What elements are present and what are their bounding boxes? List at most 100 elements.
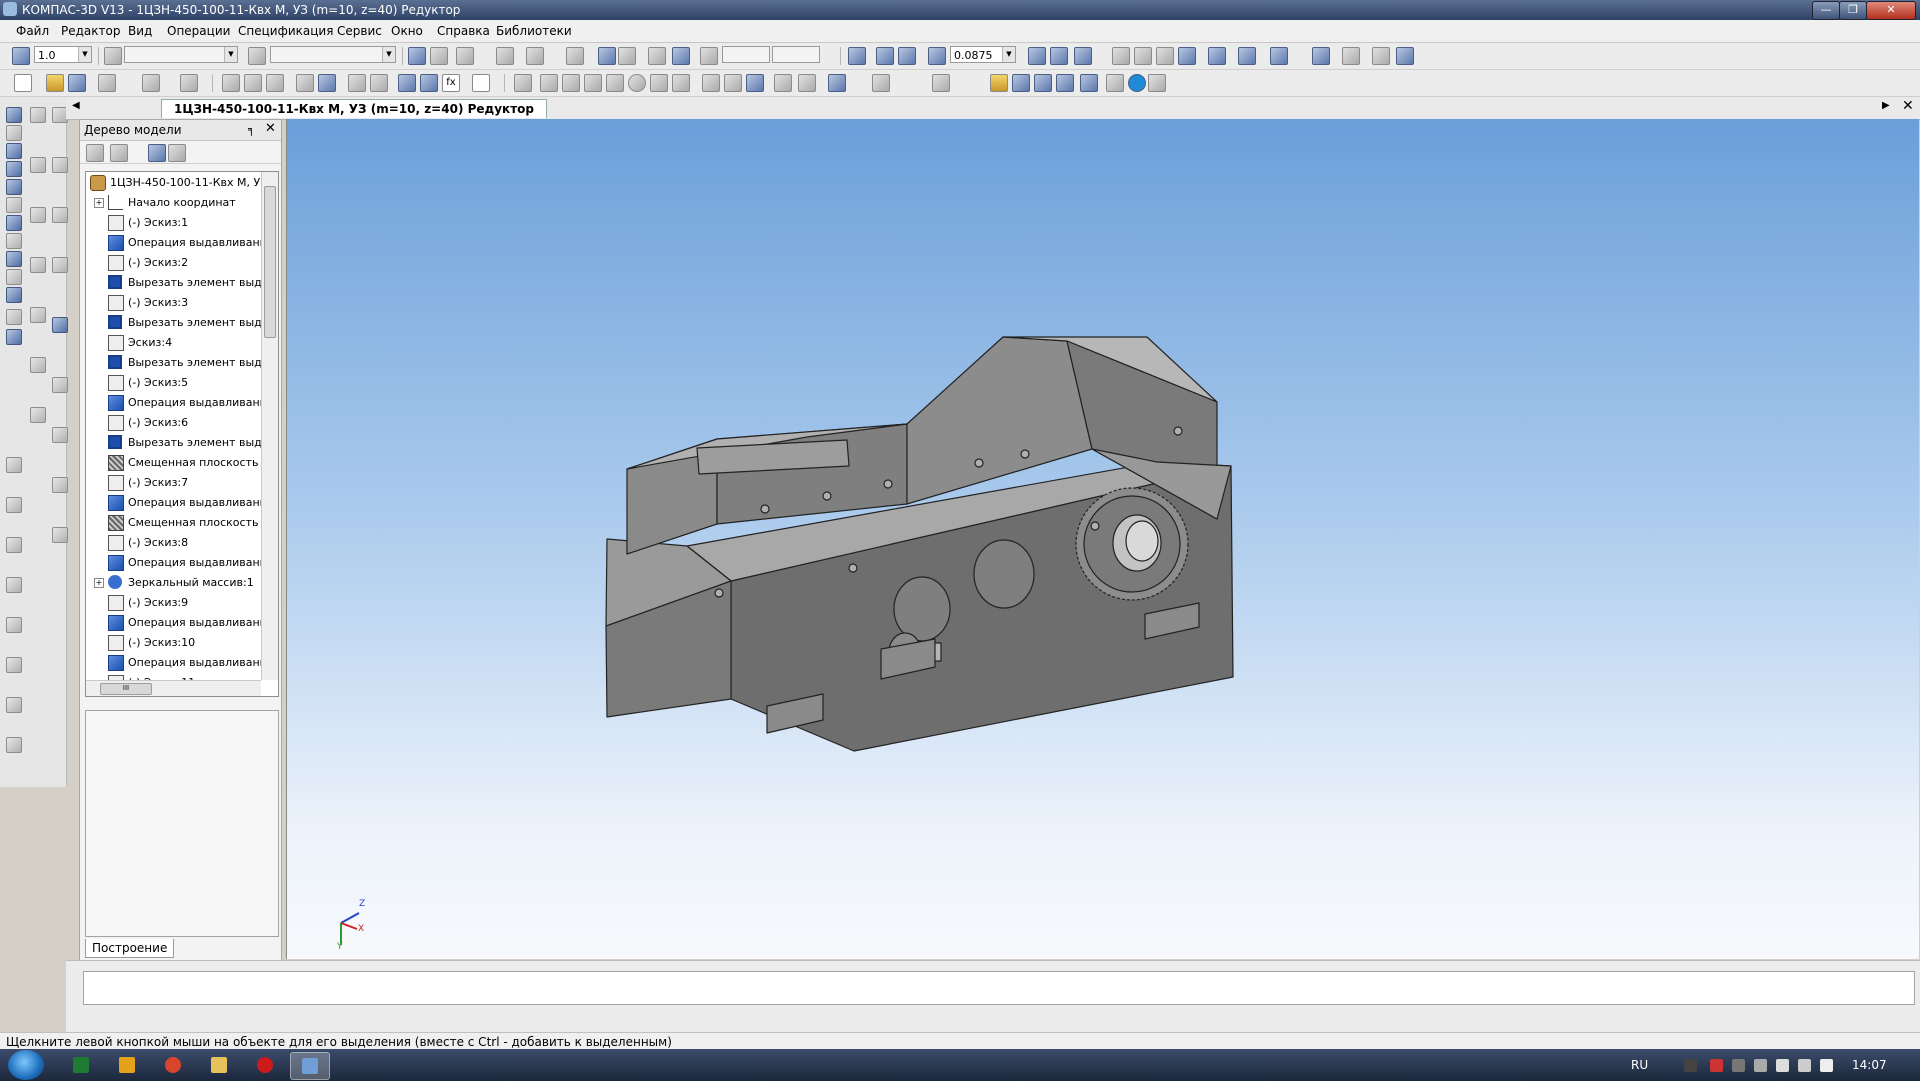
hidden-lines-icon[interactable] — [1134, 47, 1152, 65]
folder-icon[interactable] — [990, 74, 1008, 92]
layer-props-icon[interactable] — [248, 47, 266, 65]
point-icon[interactable] — [798, 74, 816, 92]
tree-item[interactable]: Операция выдавливания — [86, 653, 262, 673]
clock[interactable]: 14:07 — [1852, 1058, 1887, 1072]
minimize-button[interactable]: — — [1812, 1, 1840, 20]
action-center-icon[interactable] — [1776, 1059, 1789, 1072]
polyline-icon[interactable] — [30, 257, 46, 273]
properties-panel[interactable] — [83, 971, 1915, 1005]
tree-item[interactable]: + Зеркальный массив:1 — [86, 573, 262, 593]
start-button[interactable] — [8, 1050, 44, 1080]
chart-icon[interactable] — [774, 74, 792, 92]
taskbar-excel[interactable] — [62, 1052, 100, 1078]
tree-item[interactable]: (-) Эскиз:10 — [86, 633, 262, 653]
filter-icon[interactable] — [1270, 47, 1288, 65]
ellipse-icon[interactable] — [30, 207, 46, 223]
tree-item[interactable]: (-) Эскиз:5 — [86, 373, 262, 393]
close-window-button[interactable]: ✕ — [1866, 1, 1916, 20]
rectangle-icon[interactable] — [650, 74, 668, 92]
calculator-icon[interactable] — [318, 74, 336, 92]
symbol-tools-icon[interactable] — [6, 197, 22, 213]
ortho-icon[interactable] — [618, 47, 636, 65]
tree-item[interactable]: Операция выдавливания — [86, 613, 262, 633]
rebuild-icon[interactable] — [1342, 47, 1360, 65]
taskbar-explorer[interactable] — [200, 1052, 238, 1078]
tree-item[interactable]: (-) Эскиз:6 — [86, 413, 262, 433]
dim-diameter-icon[interactable] — [584, 74, 602, 92]
zoom-fit-icon[interactable] — [928, 47, 946, 65]
dim-radius-icon[interactable] — [562, 74, 580, 92]
display-settings-icon[interactable] — [1312, 47, 1330, 65]
model-tools-icon[interactable] — [6, 107, 22, 123]
tree-item[interactable]: Вырезать элемент выдавливания — [86, 353, 262, 373]
tab-close-icon[interactable]: ✕ — [1902, 98, 1914, 114]
properties-icon[interactable] — [1372, 47, 1390, 65]
chamfer-icon[interactable] — [30, 307, 46, 323]
section-icon[interactable] — [6, 697, 22, 713]
tree-item[interactable]: Смещенная плоскость — [86, 453, 262, 473]
taskbar-outlook[interactable] — [108, 1052, 146, 1078]
active-tool-icon[interactable] — [6, 329, 22, 345]
tree-item[interactable]: Вырезать элемент выдавливания — [86, 313, 262, 333]
variables-icon[interactable] — [420, 74, 438, 92]
dim-linear-icon[interactable] — [514, 74, 532, 92]
thread-icon[interactable] — [6, 457, 22, 473]
halftone-icon[interactable] — [1178, 47, 1196, 65]
menu-window[interactable]: Окно — [391, 24, 423, 38]
gear-reducer-model[interactable] — [287, 119, 1919, 959]
cut-tool-icon[interactable] — [52, 317, 68, 333]
hatch-icon[interactable] — [702, 74, 720, 92]
snap-icon[interactable] — [12, 47, 30, 65]
close-panel-icon[interactable]: ✕ — [265, 121, 276, 136]
expand-icon[interactable]: + — [94, 198, 104, 208]
tab-scroll-right-icon[interactable]: ▶ — [1882, 100, 1890, 111]
model-viewport[interactable]: Z X Y — [286, 119, 1919, 959]
cursor-x-field[interactable] — [722, 46, 770, 63]
paste-icon[interactable] — [266, 74, 284, 92]
edit-side-icon[interactable] — [6, 309, 22, 325]
flange-icon[interactable] — [6, 737, 22, 753]
tree-item[interactable]: 1ЦЗН-450-100-11-Квх М, У — [86, 173, 262, 193]
loft-tool-icon[interactable] — [52, 207, 68, 223]
properties-icon[interactable] — [296, 74, 314, 92]
cursor-y-field[interactable] — [772, 46, 820, 63]
menu-view[interactable]: Вид — [128, 24, 152, 38]
perspective-icon[interactable] — [1238, 47, 1256, 65]
tree-item[interactable]: Операция выдавливания — [86, 553, 262, 573]
zoom-out-icon[interactable] — [898, 47, 916, 65]
tree-item[interactable]: Операция выдавливания — [86, 233, 262, 253]
report-icon[interactable] — [6, 233, 22, 249]
tab-scroll-left-icon[interactable]: ◀ — [72, 100, 80, 111]
layer-icon[interactable] — [104, 47, 122, 65]
tree-item[interactable]: Операция выдавливания — [86, 393, 262, 413]
snap-local-icon[interactable] — [566, 47, 584, 65]
volume-icon[interactable] — [1820, 1059, 1833, 1072]
tree-tools-icon[interactable] — [1034, 74, 1052, 92]
param-mode-icon[interactable] — [672, 47, 690, 65]
layer-combo[interactable]: ▼ — [270, 46, 396, 63]
round-icon[interactable] — [648, 47, 666, 65]
menu-file[interactable]: Файл — [16, 24, 49, 38]
menu-specification[interactable]: Спецификация — [238, 24, 333, 38]
circle-icon[interactable] — [628, 74, 646, 92]
select-all-icon[interactable] — [430, 47, 448, 65]
tree-item[interactable]: (-) Эскиз:8 — [86, 533, 262, 553]
select-frame-icon[interactable] — [408, 47, 426, 65]
menu-libraries[interactable]: Библиотеки — [496, 24, 572, 38]
tools-icon[interactable] — [1106, 74, 1124, 92]
array-tools-icon[interactable] — [6, 161, 22, 177]
measure-tool-icon[interactable] — [872, 74, 890, 92]
tree-horizontal-thumb[interactable]: III — [100, 683, 152, 695]
tree-item[interactable]: (-) Эскиз:9 — [86, 593, 262, 613]
undo-icon[interactable] — [348, 74, 366, 92]
tray-icon-4[interactable] — [1754, 1059, 1767, 1072]
network-icon[interactable] — [1798, 1059, 1811, 1072]
fillet-tool-icon[interactable] — [52, 377, 68, 393]
measure-icon[interactable] — [496, 47, 514, 65]
halftone-edges-icon[interactable] — [1208, 47, 1226, 65]
pan-icon[interactable] — [1028, 47, 1046, 65]
filter-tools-icon[interactable] — [6, 215, 22, 231]
spline-icon[interactable] — [6, 125, 22, 141]
manager-icon[interactable] — [180, 74, 198, 92]
zoom-combo[interactable]: 0.0875 ▼ — [950, 46, 1016, 63]
